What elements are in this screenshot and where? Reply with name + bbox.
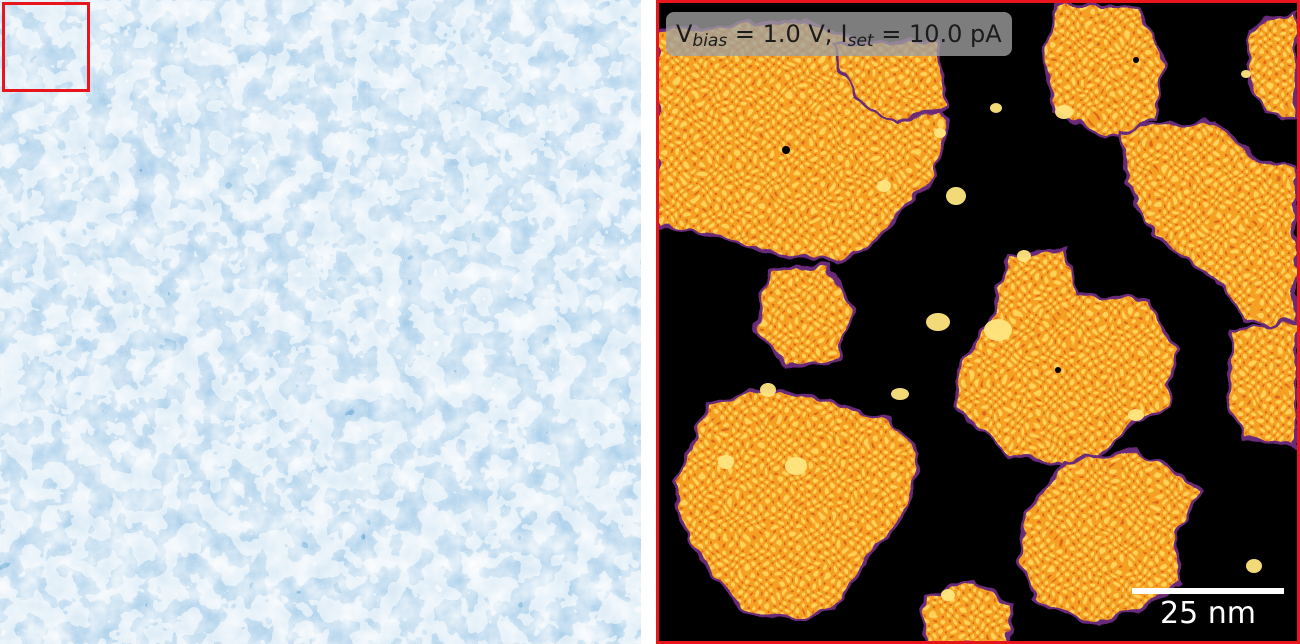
overview-stm-image [0, 0, 641, 644]
scale-bar [1132, 588, 1284, 594]
bias-subscript: bias [692, 31, 728, 51]
current-symbol: I [840, 20, 848, 48]
overview-texture [0, 0, 641, 644]
current-subscript: set [847, 31, 874, 51]
scale-bar-label: 25 nm [1160, 596, 1256, 631]
zoomed-stm-image: Vbias = 1.0 V; Iset = 10.0 pA 25 nm [656, 0, 1300, 644]
zoomed-texture [656, 0, 1300, 644]
bias-symbol: V [676, 20, 693, 48]
zoom-region-marker [2, 2, 90, 92]
current-value: = 10.0 pA [873, 20, 1002, 48]
acquisition-parameters-label: Vbias = 1.0 V; Iset = 10.0 pA [666, 12, 1012, 56]
bias-value: = 1.0 V; [727, 20, 841, 48]
